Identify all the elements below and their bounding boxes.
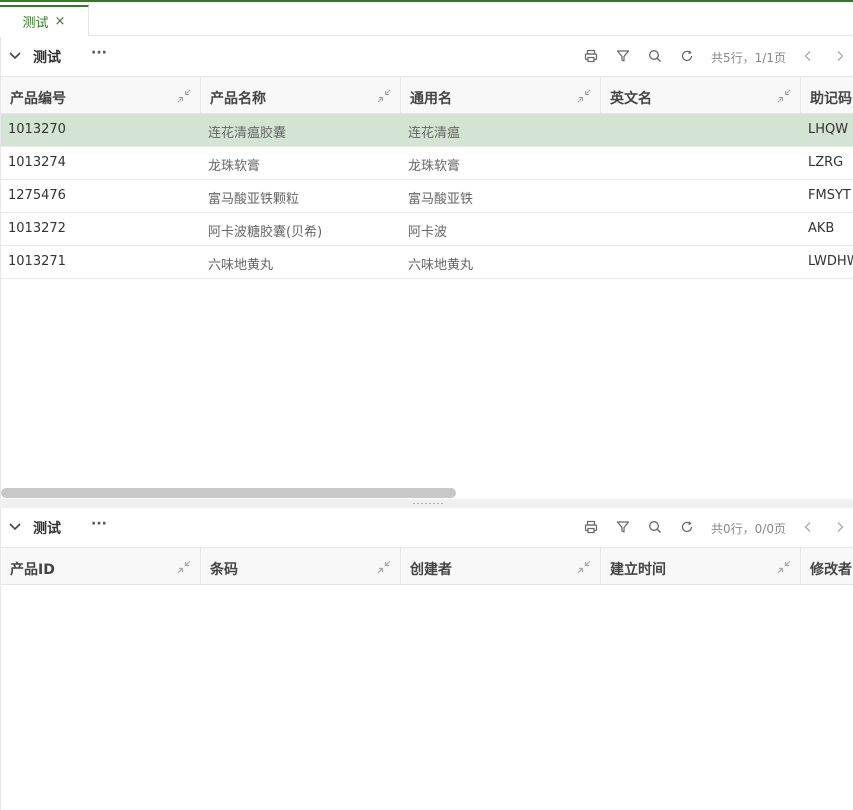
column-header[interactable]: 建立时间: [601, 548, 801, 585]
grid-toolbar: 测试 ··· 共0行，0/0页: [1, 508, 853, 547]
table-row[interactable]: 1013274 龙珠软膏 龙珠软膏 LZRG: [1, 147, 853, 180]
column-label: 修改者: [810, 562, 852, 578]
column-label: 产品名称: [210, 91, 266, 107]
print-icon[interactable]: [584, 49, 598, 63]
cell-generic-name: 龙珠软膏: [408, 159, 461, 174]
next-page-icon[interactable]: [834, 520, 846, 534]
table-row[interactable]: 1275476 富马酸亚铁颗粒 富马酸亚铁 FMSYT: [1, 180, 853, 213]
prev-page-icon[interactable]: [802, 49, 814, 63]
shrink-column-icon[interactable]: [176, 88, 192, 104]
close-icon[interactable]: ×: [55, 14, 66, 29]
column-header[interactable]: 产品ID: [1, 548, 201, 585]
grip-handle-icon[interactable]: [412, 502, 444, 505]
column-label: 产品编号: [10, 91, 66, 107]
chevron-down-icon[interactable]: [8, 49, 22, 63]
pager-info: 共5行，1/1页: [711, 51, 786, 65]
print-icon[interactable]: [584, 520, 598, 534]
column-header[interactable]: 产品编号: [1, 77, 201, 114]
column-header[interactable]: 产品名称: [201, 77, 401, 114]
cell-product-name: 连花清瘟胶囊: [208, 126, 287, 141]
column-label: 建立时间: [610, 562, 666, 578]
cell-product-code: 1013271: [8, 254, 66, 269]
cell-mnemonic: AKB: [808, 221, 835, 236]
shrink-column-icon[interactable]: [576, 559, 592, 575]
cell-product-code: 1013274: [8, 155, 66, 170]
bottom-grid-panel: 测试 ··· 共0行，0/0页 产品ID 条码 创建者 建立时间 修改者: [0, 508, 853, 810]
grid-toolbar: 测试 ··· 共5行，1/1页: [1, 37, 853, 76]
cell-mnemonic: LWDHW: [808, 254, 853, 269]
next-page-icon[interactable]: [834, 49, 846, 63]
tab-test[interactable]: 测试 ×: [0, 5, 89, 36]
cell-product-name: 六味地黄丸: [208, 258, 274, 273]
top-grid-panel: 测试 ··· 共5行，1/1页 产品编号 产品名称 通用名 英文名 助记码 10…: [0, 37, 853, 499]
column-label: 英文名: [610, 91, 652, 107]
column-label: 创建者: [410, 562, 452, 578]
cell-mnemonic: LHQW: [808, 122, 849, 137]
cell-mnemonic: FMSYT: [808, 188, 851, 203]
cell-product-code: 1275476: [8, 188, 66, 203]
cell-generic-name: 连花清瘟: [408, 126, 461, 141]
column-label: 产品ID: [10, 562, 55, 578]
search-icon[interactable]: [648, 520, 662, 534]
column-header[interactable]: 修改者: [801, 548, 853, 585]
column-label: 助记码: [810, 91, 852, 107]
cell-product-code: 1013272: [8, 221, 66, 236]
tab-bar: 测试 ×: [0, 2, 853, 36]
cell-generic-name: 阿卡波: [408, 225, 448, 240]
shrink-column-icon[interactable]: [576, 88, 592, 104]
refresh-icon[interactable]: [680, 49, 694, 63]
more-icon[interactable]: ···: [91, 45, 107, 61]
shrink-column-icon[interactable]: [376, 88, 392, 104]
column-header[interactable]: 英文名: [601, 77, 801, 114]
table-row[interactable]: 1013270 连花清瘟胶囊 连花清瘟 LHQW: [1, 114, 853, 147]
panel-title: 测试: [33, 521, 61, 537]
grid-header: 产品ID 条码 创建者 建立时间 修改者: [1, 547, 853, 585]
column-label: 条码: [210, 562, 238, 578]
cell-generic-name: 富马酸亚铁: [408, 192, 474, 207]
column-header[interactable]: 条码: [201, 548, 401, 585]
shrink-column-icon[interactable]: [776, 88, 792, 104]
pager-info: 共0行，0/0页: [711, 522, 786, 536]
tab-label: 测试: [22, 16, 49, 31]
column-header[interactable]: 助记码: [801, 77, 853, 114]
panel-splitter[interactable]: [0, 499, 853, 508]
cell-mnemonic: LZRG: [808, 155, 844, 170]
scrollbar-thumb[interactable]: [1, 488, 456, 498]
cell-product-name: 龙珠软膏: [208, 159, 261, 174]
column-label: 通用名: [410, 91, 452, 107]
search-icon[interactable]: [648, 49, 662, 63]
prev-page-icon[interactable]: [802, 520, 814, 534]
shrink-column-icon[interactable]: [176, 559, 192, 575]
panel-title: 测试: [33, 50, 61, 66]
table-row[interactable]: 1013271 六味地黄丸 六味地黄丸 LWDHW: [1, 246, 853, 279]
chevron-down-icon[interactable]: [8, 520, 22, 534]
column-header[interactable]: 创建者: [401, 548, 601, 585]
column-header[interactable]: 通用名: [401, 77, 601, 114]
filter-icon[interactable]: [616, 520, 630, 534]
shrink-column-icon[interactable]: [776, 559, 792, 575]
grid-header: 产品编号 产品名称 通用名 英文名 助记码: [1, 76, 853, 114]
filter-icon[interactable]: [616, 49, 630, 63]
cell-product-name: 富马酸亚铁颗粒: [208, 192, 300, 207]
table-row[interactable]: 1013272 阿卡波糖胶囊(贝希) 阿卡波 AKB: [1, 213, 853, 246]
cell-product-name: 阿卡波糖胶囊(贝希): [208, 225, 323, 240]
refresh-icon[interactable]: [680, 520, 694, 534]
cell-product-code: 1013270: [8, 122, 66, 137]
shrink-column-icon[interactable]: [376, 559, 392, 575]
cell-generic-name: 六味地黄丸: [408, 258, 474, 273]
more-icon[interactable]: ···: [91, 516, 107, 532]
